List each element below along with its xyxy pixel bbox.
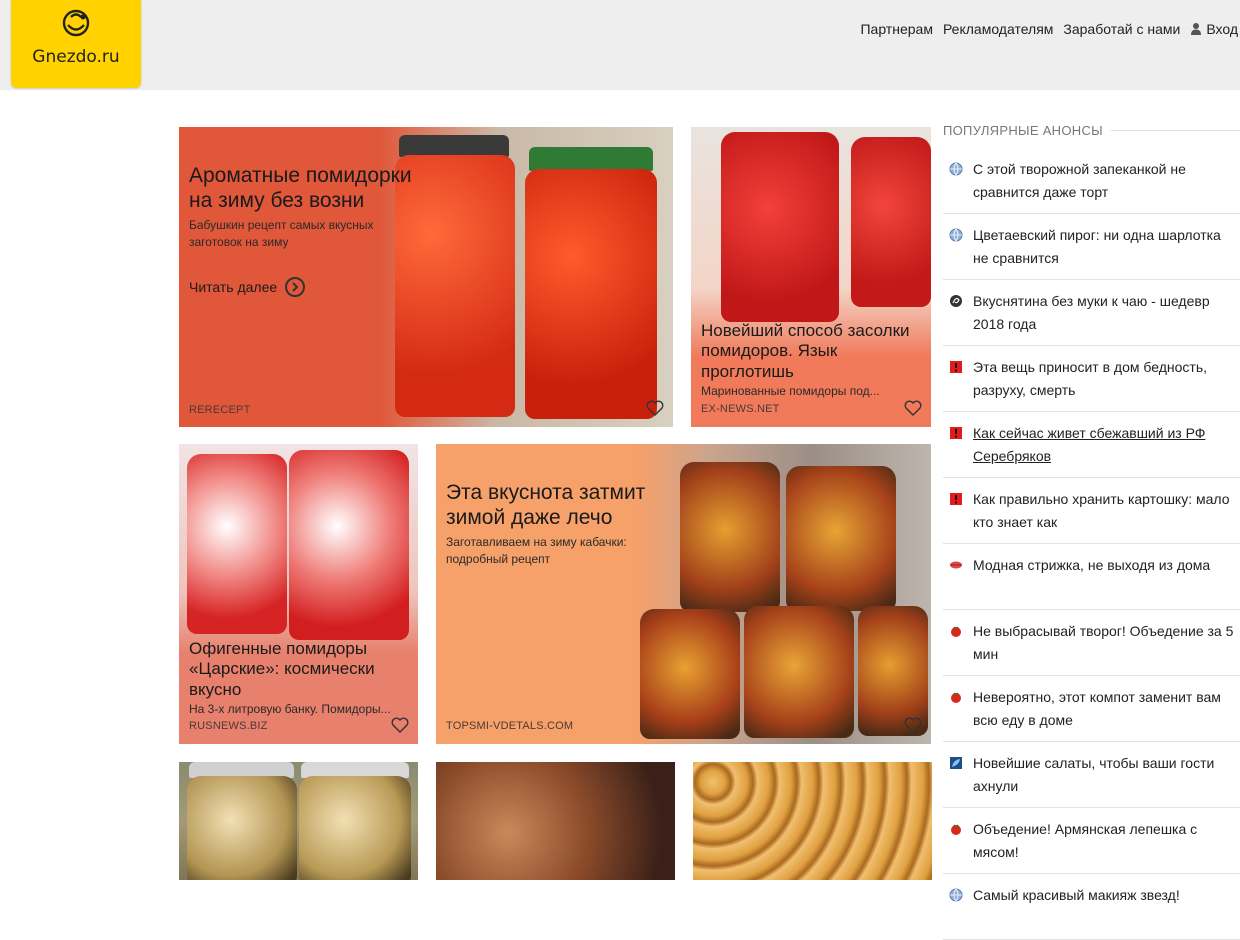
globe-icon xyxy=(949,888,963,902)
nav-login[interactable]: Вход xyxy=(1190,21,1238,37)
article-card-6[interactable] xyxy=(436,762,675,880)
card-description: Маринованные помидоры под... xyxy=(701,384,880,398)
arrow-right-icon xyxy=(285,277,306,297)
heart-icon[interactable] xyxy=(904,400,922,416)
heart-icon[interactable] xyxy=(904,717,922,733)
tomato-icon xyxy=(951,692,961,703)
popular-item[interactable]: Цветаевский пирог: ни одна шарлотка не с… xyxy=(943,214,1240,280)
card-title[interactable]: Ароматные помидорки на зиму без возни xyxy=(189,163,439,213)
popular-item[interactable]: С этой творожной запеканкой не сравнится… xyxy=(943,148,1240,214)
top-nav: Партнерам Рекламодателям Заработай с нам… xyxy=(860,21,1238,37)
globe-icon xyxy=(949,228,963,242)
card-source[interactable]: TOPSMI-VDETALS.COM xyxy=(446,720,573,732)
card-image xyxy=(179,762,418,880)
article-card-1[interactable]: Ароматные помидорки на зиму без возни Ба… xyxy=(179,127,673,427)
nav-login-label: Вход xyxy=(1206,21,1238,37)
popular-item[interactable]: Не выбрасывай творог! Объедение за 5 мин xyxy=(943,610,1240,676)
popular-item[interactable]: Невероятно, этот компот заменит вам всю … xyxy=(943,676,1240,742)
exclamation-icon xyxy=(950,427,962,439)
nav-partners[interactable]: Партнерам xyxy=(860,21,932,37)
heart-icon[interactable] xyxy=(646,400,664,416)
article-card-3[interactable]: Офигенные помидоры «Царские»: космически… xyxy=(179,444,418,744)
card-title[interactable]: Новейший способ засолки помидоров. Язык … xyxy=(701,321,926,382)
sidebar-heading: ПОПУЛЯРНЫЕ АНОНСЫ xyxy=(943,120,1240,140)
article-card-4[interactable]: Эта вкуснота затмит зимой даже лечо Заго… xyxy=(436,444,931,744)
card-description: Заготавливаем на зиму кабачки: подробный… xyxy=(446,535,627,566)
read-more-link[interactable]: Читать далее xyxy=(189,277,306,297)
tomato-icon xyxy=(951,824,961,835)
top-bar: Gnezdo.ru Партнерам Рекламодателям Зараб… xyxy=(0,0,1240,90)
card-description: Бабушкин рецепт самых вкусных заготовок … xyxy=(189,218,374,249)
user-icon xyxy=(1191,23,1202,35)
nav-earn-with-us[interactable]: Заработай с нами xyxy=(1063,21,1180,37)
card-source[interactable]: RERECEPT xyxy=(189,404,251,416)
site-logo[interactable]: Gnezdo.ru xyxy=(11,0,141,88)
card-source[interactable]: RUSNEWS.BIZ xyxy=(189,720,268,732)
card-source[interactable]: EX-NEWS.NET xyxy=(701,403,780,415)
popular-list: С этой творожной запеканкой не сравнится… xyxy=(943,148,1240,940)
popular-item[interactable]: Вкуснятина без муки к чаю - шедевр 2018 … xyxy=(943,280,1240,346)
exclamation-icon xyxy=(950,493,962,505)
popular-item[interactable]: Самый красивый макияж звезд! xyxy=(943,874,1240,940)
leaf-icon xyxy=(950,757,962,769)
article-card-7[interactable] xyxy=(693,762,932,880)
card-title[interactable]: Офигенные помидоры «Царские»: космически… xyxy=(189,639,414,700)
card-image xyxy=(436,762,675,880)
popular-item[interactable]: Как правильно хранить картошку: мало кто… xyxy=(943,478,1240,544)
tomato-icon xyxy=(951,626,961,637)
popular-item[interactable]: Модная стрижка, не выходя из дома xyxy=(943,544,1240,610)
read-more-label: Читать далее xyxy=(189,279,278,295)
exclamation-icon xyxy=(950,361,962,373)
card-title[interactable]: Эта вкуснота затмит зимой даже лечо xyxy=(446,480,681,530)
nest-logo-icon xyxy=(62,9,90,37)
article-card-2[interactable]: Новейший способ засолки помидоров. Язык … xyxy=(691,127,931,427)
article-card-5[interactable] xyxy=(179,762,418,880)
card-image xyxy=(693,762,932,880)
popular-item[interactable]: Как сейчас живет сбежавший из РФ Серебря… xyxy=(943,412,1240,478)
card-description: На 3-х литровую банку. Помидоры... xyxy=(189,702,391,716)
globe-icon xyxy=(949,162,963,176)
card-image xyxy=(179,444,418,654)
swirl-icon xyxy=(950,295,962,307)
popular-item[interactable]: Новейшие салаты, чтобы ваши гости ахнули xyxy=(943,742,1240,808)
popular-item[interactable]: Эта вещь приносит в дом бедность, разрух… xyxy=(943,346,1240,412)
popular-sidebar: ПОПУЛЯРНЫЕ АНОНСЫ С этой творожной запек… xyxy=(943,120,1240,940)
lips-icon xyxy=(950,561,962,569)
nav-advertisers[interactable]: Рекламодателям xyxy=(943,21,1053,37)
logo-text: Gnezdo.ru xyxy=(32,47,120,67)
popular-item[interactable]: Объедение! Армянская лепешка с мясом! xyxy=(943,808,1240,874)
heart-icon[interactable] xyxy=(391,717,409,733)
